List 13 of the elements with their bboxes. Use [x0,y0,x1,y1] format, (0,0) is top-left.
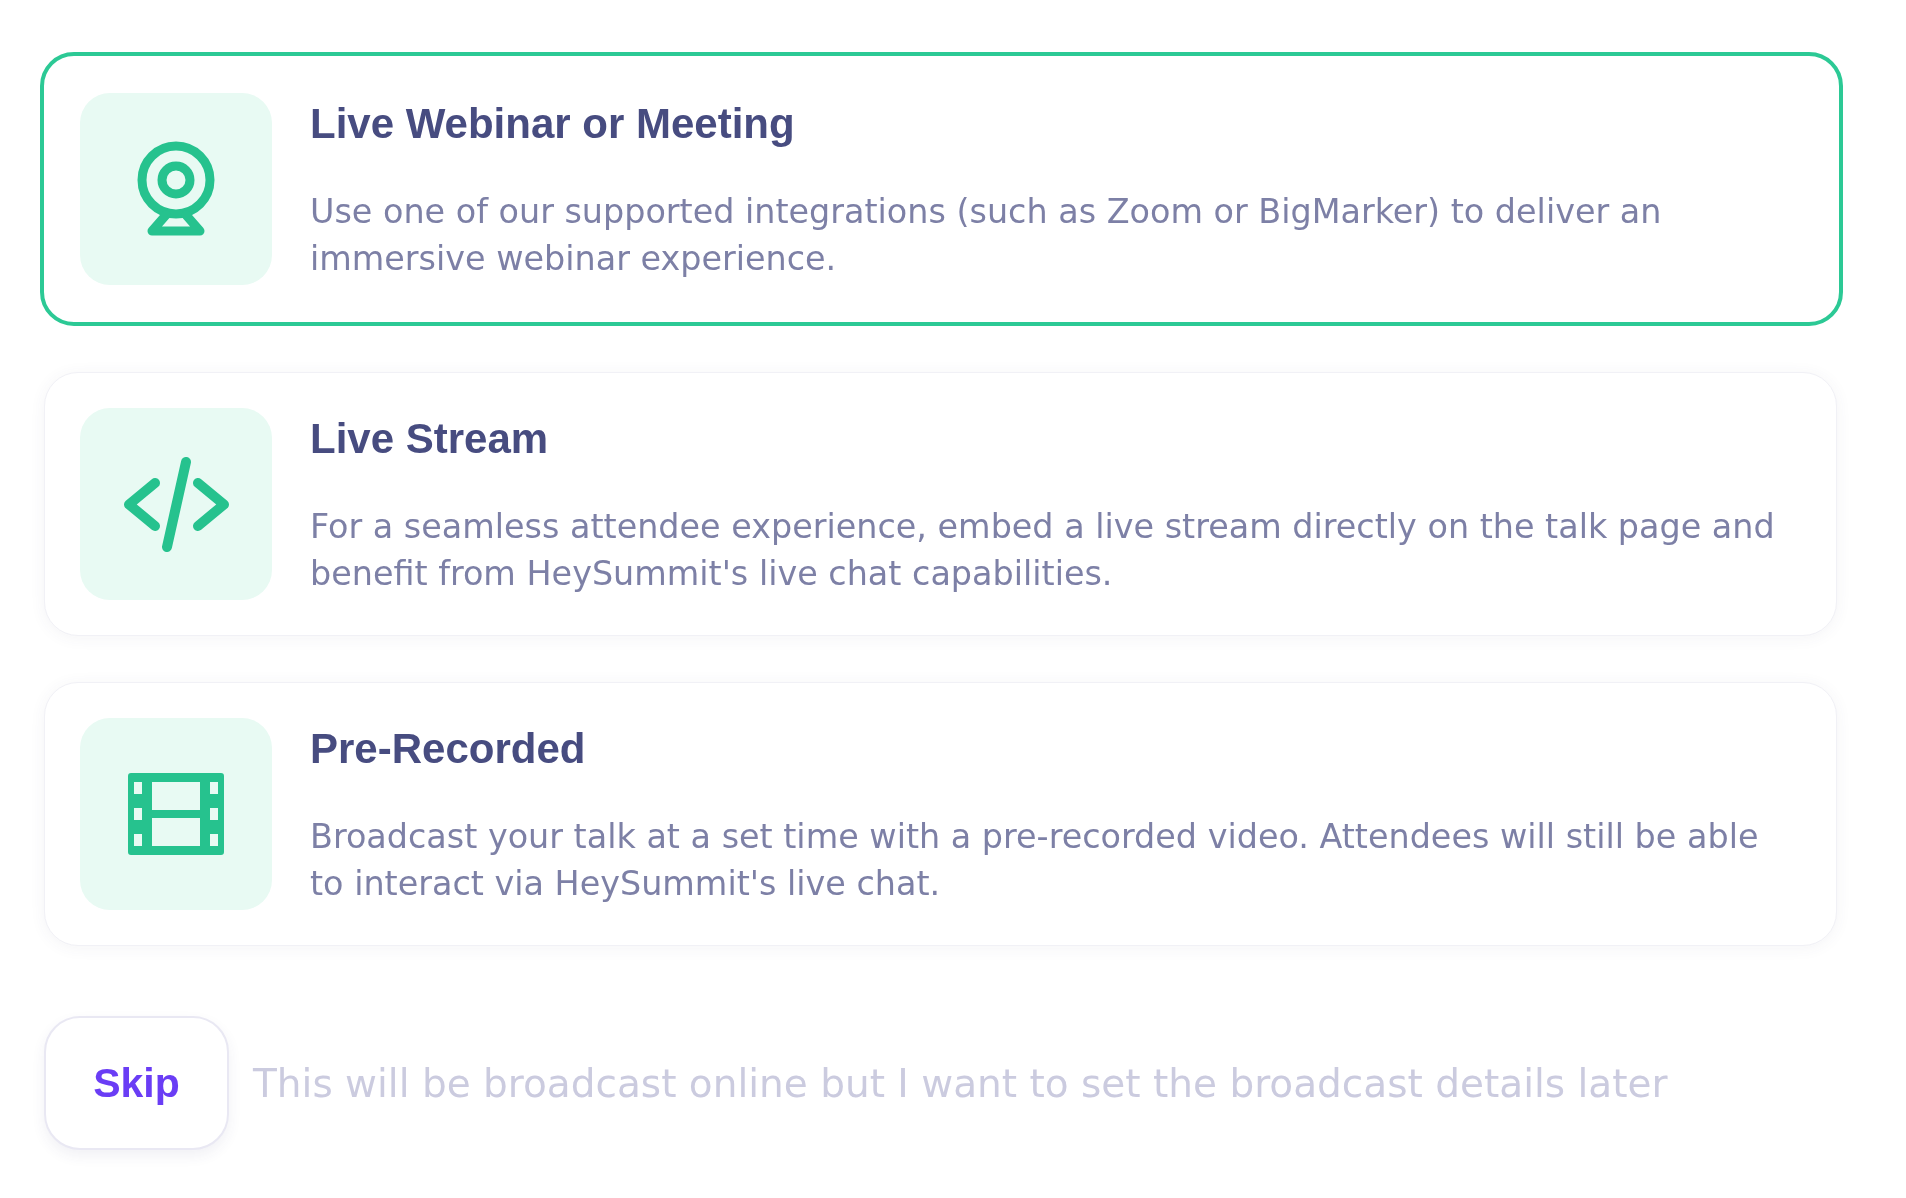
option-description: Broadcast your talk at a set time with a pre-recorded video. Attendees will still be able to interact via HeySummit's live chat. [310,816,1760,905]
skip-button[interactable]: Skip [44,1016,229,1150]
option-description: Use one of our supported integrations (such as Zoom or BigMarker) to deliver an immersive webinar experience. [310,191,1663,280]
option-description: For a seamless attendee experience, embed a live stream directly on the talk page and benefit from HeySummit's live chat capabilities. [310,506,1776,595]
option-title: Live Stream [310,415,550,463]
webcam-icon [80,93,272,285]
option-title: Live Webinar or Meeting [310,100,796,148]
option-card[interactable]: Live Webinar or Meeting Use one of our supported integrations (such as Zoom or BigMarker) to deliver an immersive webinar experience. [40,52,1843,326]
option-title: Pre-Recorded [310,725,587,773]
film-strip-icon [80,718,272,910]
code-icon [80,408,272,600]
option-card[interactable]: Live Stream For a seamless attendee experience, embed a live stream directly on the talk page and benefit from HeySummit's live chat capabilities. [44,372,1837,636]
option-card[interactable]: Pre-Recorded Broadcast your talk at a set time with a pre-recorded video. Attendees will still be able to interact via HeySummit's live chat. [44,682,1837,946]
